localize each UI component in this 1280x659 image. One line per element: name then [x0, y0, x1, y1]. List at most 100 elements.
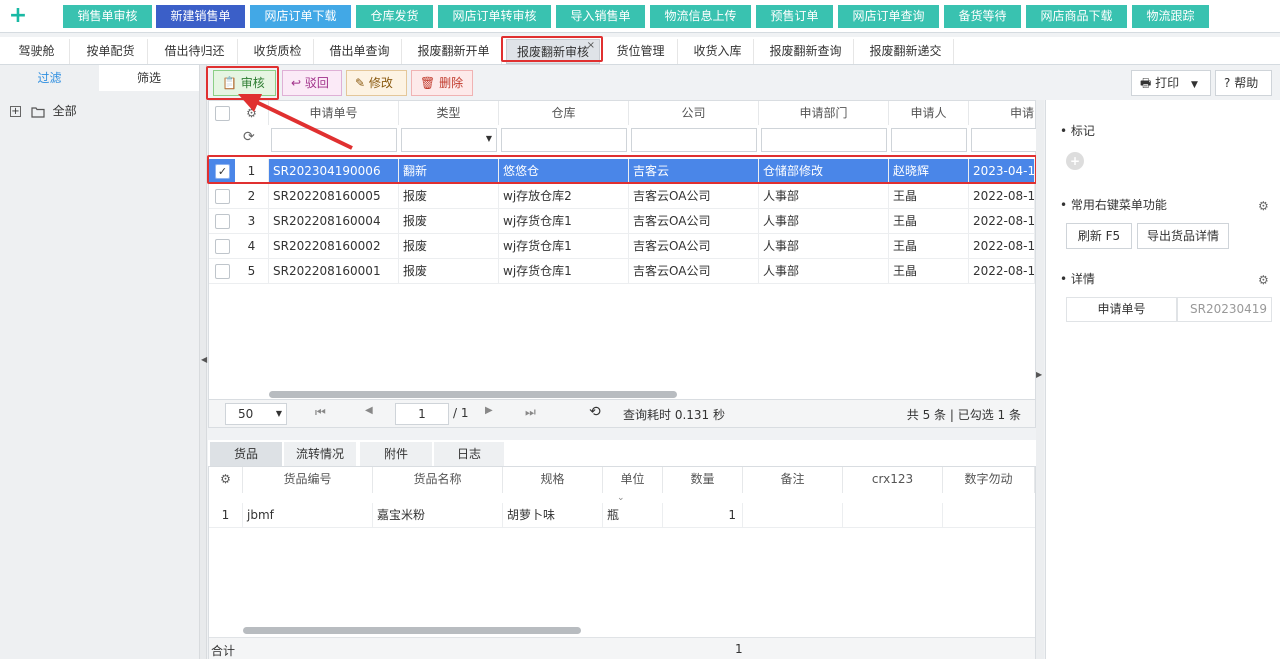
add-mark-icon[interactable]: + [1066, 152, 1084, 170]
col-warehouse[interactable]: 仓库 [499, 101, 629, 125]
tab-location-manage[interactable]: 货位管理 [604, 39, 678, 64]
gear-icon[interactable]: ⚙ [1258, 199, 1269, 213]
refresh-button[interactable]: 刷新 F5 [1066, 223, 1132, 249]
chevron-down-icon[interactable]: ⌄ [617, 493, 625, 503]
tab-order-picking[interactable]: 按单配货 [74, 39, 148, 64]
tab-loan-query[interactable]: 借出单查询 [318, 39, 402, 64]
nav-shop-order-to-audit[interactable]: 网店订单转审核 [438, 5, 551, 28]
col-dept[interactable]: 申请部门 [759, 101, 889, 125]
tree-root[interactable]: + 全部 [10, 101, 77, 121]
row-checkbox[interactable] [215, 239, 230, 254]
query-time: 查询耗时 0.131 秒 [623, 408, 725, 422]
reload-icon[interactable]: ⟲ [589, 404, 601, 420]
table-row[interactable]: 2 SR202208160005 报废 wj存放仓库2 吉客云OA公司 人事部 … [209, 184, 1035, 209]
tab-screen[interactable]: 筛选 [99, 65, 199, 91]
total-pages: / 1 [453, 406, 469, 420]
filter-company-input[interactable] [631, 128, 757, 152]
row-checkbox[interactable]: ✓ [215, 164, 230, 179]
row-checkbox[interactable] [215, 214, 230, 229]
nav-shop-order-download[interactable]: 网店订单下载 [250, 5, 351, 28]
table-row[interactable]: 3 SR202208160004 报废 wj存货仓库1 吉客云OA公司 人事部 … [209, 209, 1035, 234]
nav-new-sales-order[interactable]: 新建销售单 [156, 5, 245, 28]
col-number-keep[interactable]: 数字勿动 [943, 467, 1035, 493]
cell-date: 2022-08-16 [969, 184, 1035, 209]
table-row[interactable]: 5 SR202208160001 报废 wj存货仓库1 吉客云OA公司 人事部 … [209, 259, 1035, 284]
tab-cockpit[interactable]: 驾驶舱 [4, 39, 70, 64]
filter-type-select[interactable]: ▼ [401, 128, 497, 152]
nav-stock-wait[interactable]: 备货等待 [944, 5, 1021, 28]
select-all-checkbox[interactable] [215, 106, 230, 121]
prev-page-icon[interactable]: ◀ [365, 405, 373, 416]
tab-scrap-create[interactable]: 报废翻新开单 [406, 39, 502, 64]
nav-shop-order-query[interactable]: 网店订单查询 [838, 5, 939, 28]
nav-shop-goods-download[interactable]: 网店商品下载 [1026, 5, 1127, 28]
tab-receive-stock[interactable]: 收货入库 [682, 39, 754, 64]
gear-icon[interactable]: ⚙ [209, 467, 243, 493]
cell-unit: 瓶 [603, 503, 663, 528]
row-number: 2 [235, 184, 269, 209]
print-button[interactable]: 🖶 打印 ▼ [1131, 70, 1211, 96]
filter-dept-input[interactable] [761, 128, 887, 152]
tab-filter[interactable]: 过滤 [0, 65, 99, 91]
col-unit[interactable]: 单位 [603, 467, 663, 493]
table-row[interactable]: ✓ 1 SR202304190006 翻新 悠悠仓 吉客云 仓储部修改 赵晓辉 … [209, 159, 1035, 184]
col-goods-code[interactable]: 货品编号 [243, 467, 373, 493]
nav-sales-audit[interactable]: 销售单审核 [63, 5, 152, 28]
help-button[interactable]: ? 帮助 [1215, 70, 1272, 96]
tab-loan-return[interactable]: 借出待归还 [152, 39, 238, 64]
tab-receipt-qc[interactable]: 收货质检 [242, 39, 314, 64]
cell-type: 报废 [399, 259, 499, 284]
row-checkbox[interactable] [215, 264, 230, 279]
tab-attachments[interactable]: 附件 [360, 442, 432, 466]
left-splitter[interactable]: ◀ [199, 65, 207, 659]
col-company[interactable]: 公司 [629, 101, 759, 125]
tab-goods[interactable]: 货品 [210, 442, 282, 466]
cell-person: 赵晓辉 [889, 159, 969, 184]
nav-warehouse-ship[interactable]: 仓库发货 [356, 5, 433, 28]
horizontal-scrollbar[interactable] [243, 627, 581, 634]
add-menu-icon[interactable]: + [8, 4, 28, 28]
nav-logistics-upload[interactable]: 物流信息上传 [650, 5, 751, 28]
nav-logistics-track[interactable]: 物流跟踪 [1132, 5, 1209, 28]
col-person[interactable]: 申请人 [889, 101, 969, 125]
tab-scrap-submit[interactable]: 报废翻新递交 [858, 39, 954, 64]
next-page-icon[interactable]: ▶ [485, 405, 493, 416]
delete-button[interactable]: 🗑 删除 [411, 70, 473, 96]
close-icon[interactable]: × [587, 33, 595, 58]
filter-warehouse-input[interactable] [501, 128, 627, 152]
last-page-icon[interactable]: ⏭ [525, 405, 536, 420]
table-row[interactable]: 4 SR202208160002 报废 wj存货仓库1 吉客云OA公司 人事部 … [209, 234, 1035, 259]
nav-import-sales[interactable]: 导入销售单 [556, 5, 645, 28]
col-type[interactable]: 类型 [399, 101, 499, 125]
page-size-select[interactable]: 50 ▼ [225, 403, 287, 425]
tab-flow[interactable]: 流转情况 [284, 442, 356, 466]
col-crx123[interactable]: crx123 [843, 467, 943, 493]
collapse-left-icon[interactable]: ◀ [201, 355, 207, 364]
export-goods-button[interactable]: 导出货品详情 [1137, 223, 1229, 249]
right-splitter[interactable]: ▶ [1036, 100, 1044, 659]
chevron-down-icon[interactable]: ▼ [1191, 80, 1198, 90]
cell-type: 报废 [399, 234, 499, 259]
first-page-icon[interactable]: ⏮ [315, 405, 326, 420]
col-qty[interactable]: 数量 [663, 467, 743, 493]
tab-scrap-query[interactable]: 报废翻新查询 [758, 39, 854, 64]
table-row[interactable]: 1 jbmf 嘉宝米粉 胡萝卜味 瓶 1 [209, 503, 1035, 528]
col-spec[interactable]: 规格 [503, 467, 603, 493]
col-remark[interactable]: 备注 [743, 467, 843, 493]
filter-person-input[interactable] [891, 128, 967, 152]
tab-scrap-audit[interactable]: 报废翻新审核 × [506, 39, 600, 64]
collapse-right-icon[interactable]: ▶ [1036, 370, 1042, 379]
filter-date-input[interactable] [971, 128, 1037, 152]
tab-log[interactable]: 日志 [434, 442, 504, 466]
row-checkbox[interactable] [215, 189, 230, 204]
page-input[interactable]: 1 [395, 403, 449, 425]
nav-presale[interactable]: 预售订单 [756, 5, 833, 28]
col-date[interactable]: 申请 [969, 101, 1037, 125]
col-goods-name[interactable]: 货品名称 [373, 467, 503, 493]
gear-icon[interactable]: ⚙ [1258, 273, 1269, 287]
cell-person: 王晶 [889, 234, 969, 259]
expand-icon[interactable]: + [10, 106, 21, 117]
horizontal-scrollbar[interactable] [269, 391, 677, 398]
trash-icon: 🗑 [420, 76, 436, 90]
menu-title: 常用右键菜单功能 [1070, 198, 1167, 212]
